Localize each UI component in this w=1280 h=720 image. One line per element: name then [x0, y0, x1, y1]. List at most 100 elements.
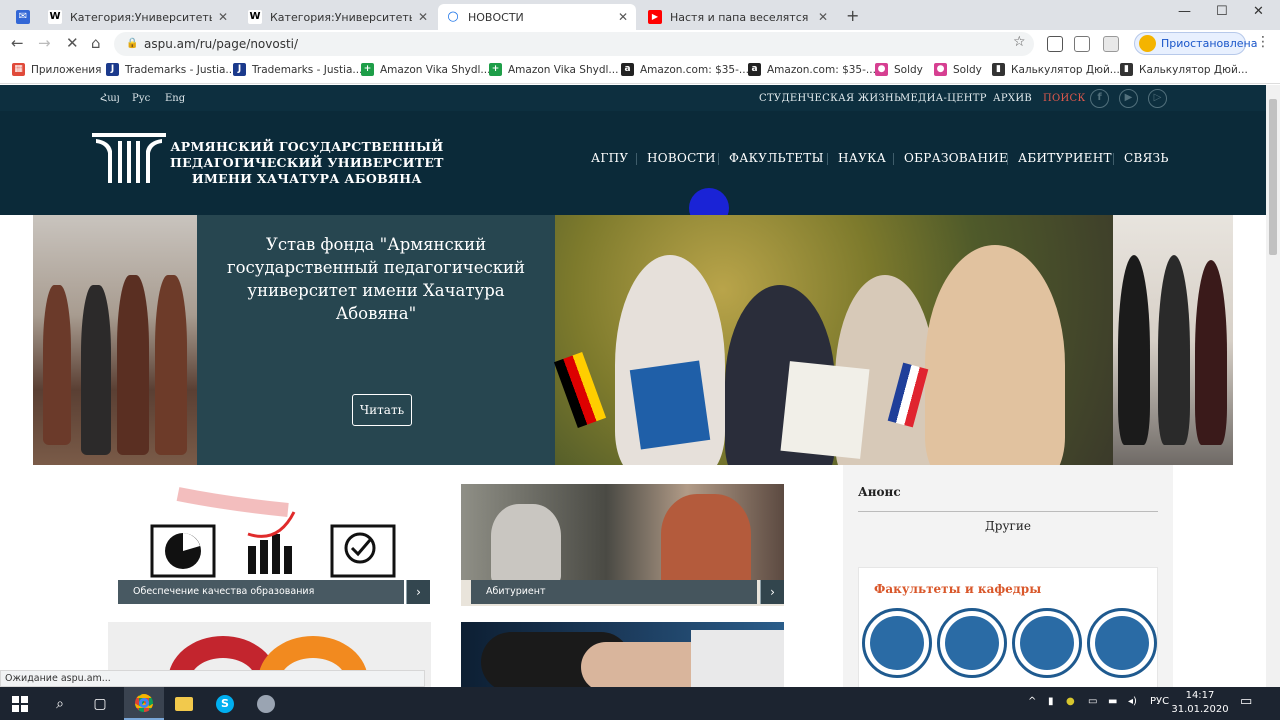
file-explorer-icon[interactable] [164, 687, 204, 720]
bookmark-item[interactable]: + Amazon Vika Shydl... [361, 63, 490, 76]
microscope-icon[interactable] [1087, 608, 1157, 678]
maximize-button[interactable]: ☐ [1216, 4, 1228, 19]
nav-education[interactable]: ОБРАЗОВАНИЕ [892, 151, 1008, 165]
page-scrollbar[interactable] [1266, 85, 1280, 687]
bookmark-item[interactable]: + Amazon Vika Shydl... [489, 63, 618, 76]
browser-tab-active[interactable]: ○ НОВОСТИ ✕ [438, 4, 636, 30]
windows-icon [12, 695, 28, 712]
extension-icon[interactable] [1047, 36, 1063, 52]
top-link-archive[interactable]: АРХИВ [993, 93, 1032, 104]
nav-contact[interactable]: СВЯЗЬ [1113, 151, 1169, 165]
other-announcements-link[interactable]: Другие [858, 519, 1158, 533]
nav-applicant[interactable]: АБИТУРИЕНТ [1007, 151, 1112, 165]
forward-button[interactable]: → [38, 34, 51, 52]
bookmark-label: Калькулятор Дюй... [1139, 63, 1248, 76]
lang-russian[interactable]: Рус [132, 93, 150, 104]
lang-english[interactable]: Eng [165, 93, 185, 104]
facebook-icon[interactable]: f [1090, 89, 1109, 108]
card-label[interactable]: Абитуриент [471, 580, 757, 604]
back-button[interactable]: ← [11, 34, 24, 52]
chrome-icon[interactable] [124, 687, 164, 720]
bookmark-item[interactable]: J Trademarks - Justia... [233, 63, 362, 76]
university-name[interactable]: АРМЯНСКИЙ ГОСУДАРСТВЕННЫЙ ПЕДАГОГИЧЕСКИЙ… [170, 139, 444, 187]
tray-up-arrow-icon[interactable]: ^ [1028, 696, 1036, 707]
bookmarks-bar: ▦ Приложения J Trademarks - Justia... J Trade… [0, 58, 1280, 84]
scrollbar-thumb[interactable] [1269, 99, 1277, 255]
nav-science[interactable]: НАУКА [826, 151, 886, 165]
browser-menu-icon[interactable]: ⋮ [1256, 34, 1270, 50]
bookmark-label: Amazon Vika Shydl... [380, 63, 491, 76]
notifications-icon[interactable]: ▭ [1240, 694, 1252, 709]
extension-icon[interactable] [1103, 36, 1119, 52]
bookmark-item[interactable]: a Amazon.com: $35-... [748, 63, 876, 76]
lang-armenian[interactable]: Հայ [100, 93, 120, 104]
url-input[interactable]: 🔒 aspu.am/ru/page/novosti/ [114, 32, 1034, 56]
youtube-icon[interactable]: ▶ [1119, 89, 1138, 108]
minimize-button[interactable]: — [1178, 4, 1191, 19]
browser-tab-3[interactable]: W Категория:Университеты Ереван... ✕ [240, 4, 436, 30]
nav-news[interactable]: НОВОСТИ [636, 151, 716, 165]
input-language[interactable]: РУС [1150, 696, 1169, 707]
chevron-right-icon[interactable]: › [760, 580, 784, 604]
hero-slider[interactable]: Устав фонда "Армянский государственный п… [33, 215, 1233, 465]
volume-icon[interactable]: ◂) [1128, 696, 1137, 707]
close-icon[interactable]: ✕ [218, 10, 228, 24]
close-icon[interactable]: ✕ [418, 10, 428, 24]
system-clock[interactable]: 14:17 31.01.2020 [1170, 689, 1230, 717]
read-button[interactable]: Читать [352, 394, 412, 426]
flag-shape [553, 351, 607, 429]
card-quality-assurance[interactable]: Обеспечение качества образования › [108, 484, 431, 606]
home-button[interactable]: ⌂ [91, 34, 101, 52]
top-link-student-life[interactable]: СТУДЕНЧЕСКАЯ ЖИЗНЬ [759, 93, 901, 104]
close-icon[interactable]: ✕ [618, 10, 628, 24]
bookmark-item[interactable]: J Trademarks - Justia... [106, 63, 235, 76]
bookmark-item[interactable]: ▮ Калькулятор Дюй... [1120, 63, 1248, 76]
card-label[interactable]: Обеспечение качества образования [118, 580, 404, 604]
browser-tab-2[interactable]: W Категория:Университеты Арм... ✕ [40, 4, 236, 30]
window-close-button[interactable]: ✕ [1253, 4, 1264, 19]
profile-button[interactable]: Приостановлена [1134, 32, 1257, 55]
top-link-search[interactable]: ПОИСК [1043, 93, 1086, 104]
extension-icon[interactable] [1074, 36, 1090, 52]
start-button[interactable] [0, 687, 40, 720]
faculties-heading[interactable]: Факультеты и кафедры [874, 582, 1041, 596]
bookmark-item[interactable]: ● Soldy [934, 63, 982, 76]
nav-aspu[interactable]: АГПУ [591, 151, 628, 165]
chevron-right-icon[interactable]: › [406, 580, 430, 604]
search-icon[interactable]: ⌕ [40, 687, 80, 720]
bookmark-label: Amazon.com: $35-... [767, 63, 876, 76]
top-link-media-center[interactable]: МЕДИА-ЦЕНТР [900, 93, 987, 104]
bookmark-item[interactable]: ▮ Калькулятор Дюй... [992, 63, 1120, 76]
browser-tab-strip: ✉ W Категория:Университеты Арм... ✕ W Ка… [0, 0, 1280, 30]
battery-icon[interactable]: ▬ [1108, 696, 1117, 707]
wifi-icon[interactable]: ▭ [1088, 696, 1097, 707]
task-view-icon[interactable]: ▢ [80, 687, 120, 720]
card-cooperation[interactable] [461, 622, 784, 687]
nav-faculties[interactable]: ФАКУЛЬТЕТЫ [718, 151, 824, 165]
new-tab-button[interactable]: + [846, 6, 859, 25]
video-icon[interactable]: ▷ [1148, 89, 1167, 108]
tab-title: Категория:Университеты Арм... [70, 10, 212, 24]
books-icon[interactable] [862, 608, 932, 678]
logo-line: АРМЯНСКИЙ ГОСУДАРСТВЕННЫЙ [170, 139, 444, 154]
slide-title[interactable]: Устав фонда "Армянский государственный п… [217, 233, 535, 325]
skype-icon[interactable]: S [205, 687, 245, 720]
wikipedia-icon: W [248, 10, 262, 24]
bookmark-item[interactable]: ● Soldy [875, 63, 923, 76]
bookmark-item[interactable]: a Amazon.com: $35-... [621, 63, 749, 76]
close-icon[interactable]: ✕ [818, 10, 828, 24]
teacher-icon[interactable] [1012, 608, 1082, 678]
update-icon[interactable]: ● [1066, 696, 1075, 707]
app-icon[interactable] [246, 687, 286, 720]
bookmark-item[interactable]: ▦ Приложения [12, 63, 101, 76]
university-logo-icon[interactable] [90, 131, 168, 185]
network-icon[interactable]: ▮ [1048, 696, 1054, 707]
column-icon[interactable] [937, 608, 1007, 678]
browser-tab-5[interactable]: ▶ Настя и папа веселятся вместе... ✕ [640, 4, 836, 30]
handshake-shape [691, 630, 784, 687]
card-applicant[interactable]: Абитуриент › [461, 484, 784, 606]
stop-button[interactable]: ✕ [66, 34, 79, 52]
logo-line: ИМЕНИ ХАЧАТУРА АБОВЯНА [191, 171, 422, 186]
content-section: Обеспечение качества образования › Абиту… [0, 465, 1266, 687]
bookmark-star-icon[interactable]: ☆ [1013, 34, 1026, 50]
